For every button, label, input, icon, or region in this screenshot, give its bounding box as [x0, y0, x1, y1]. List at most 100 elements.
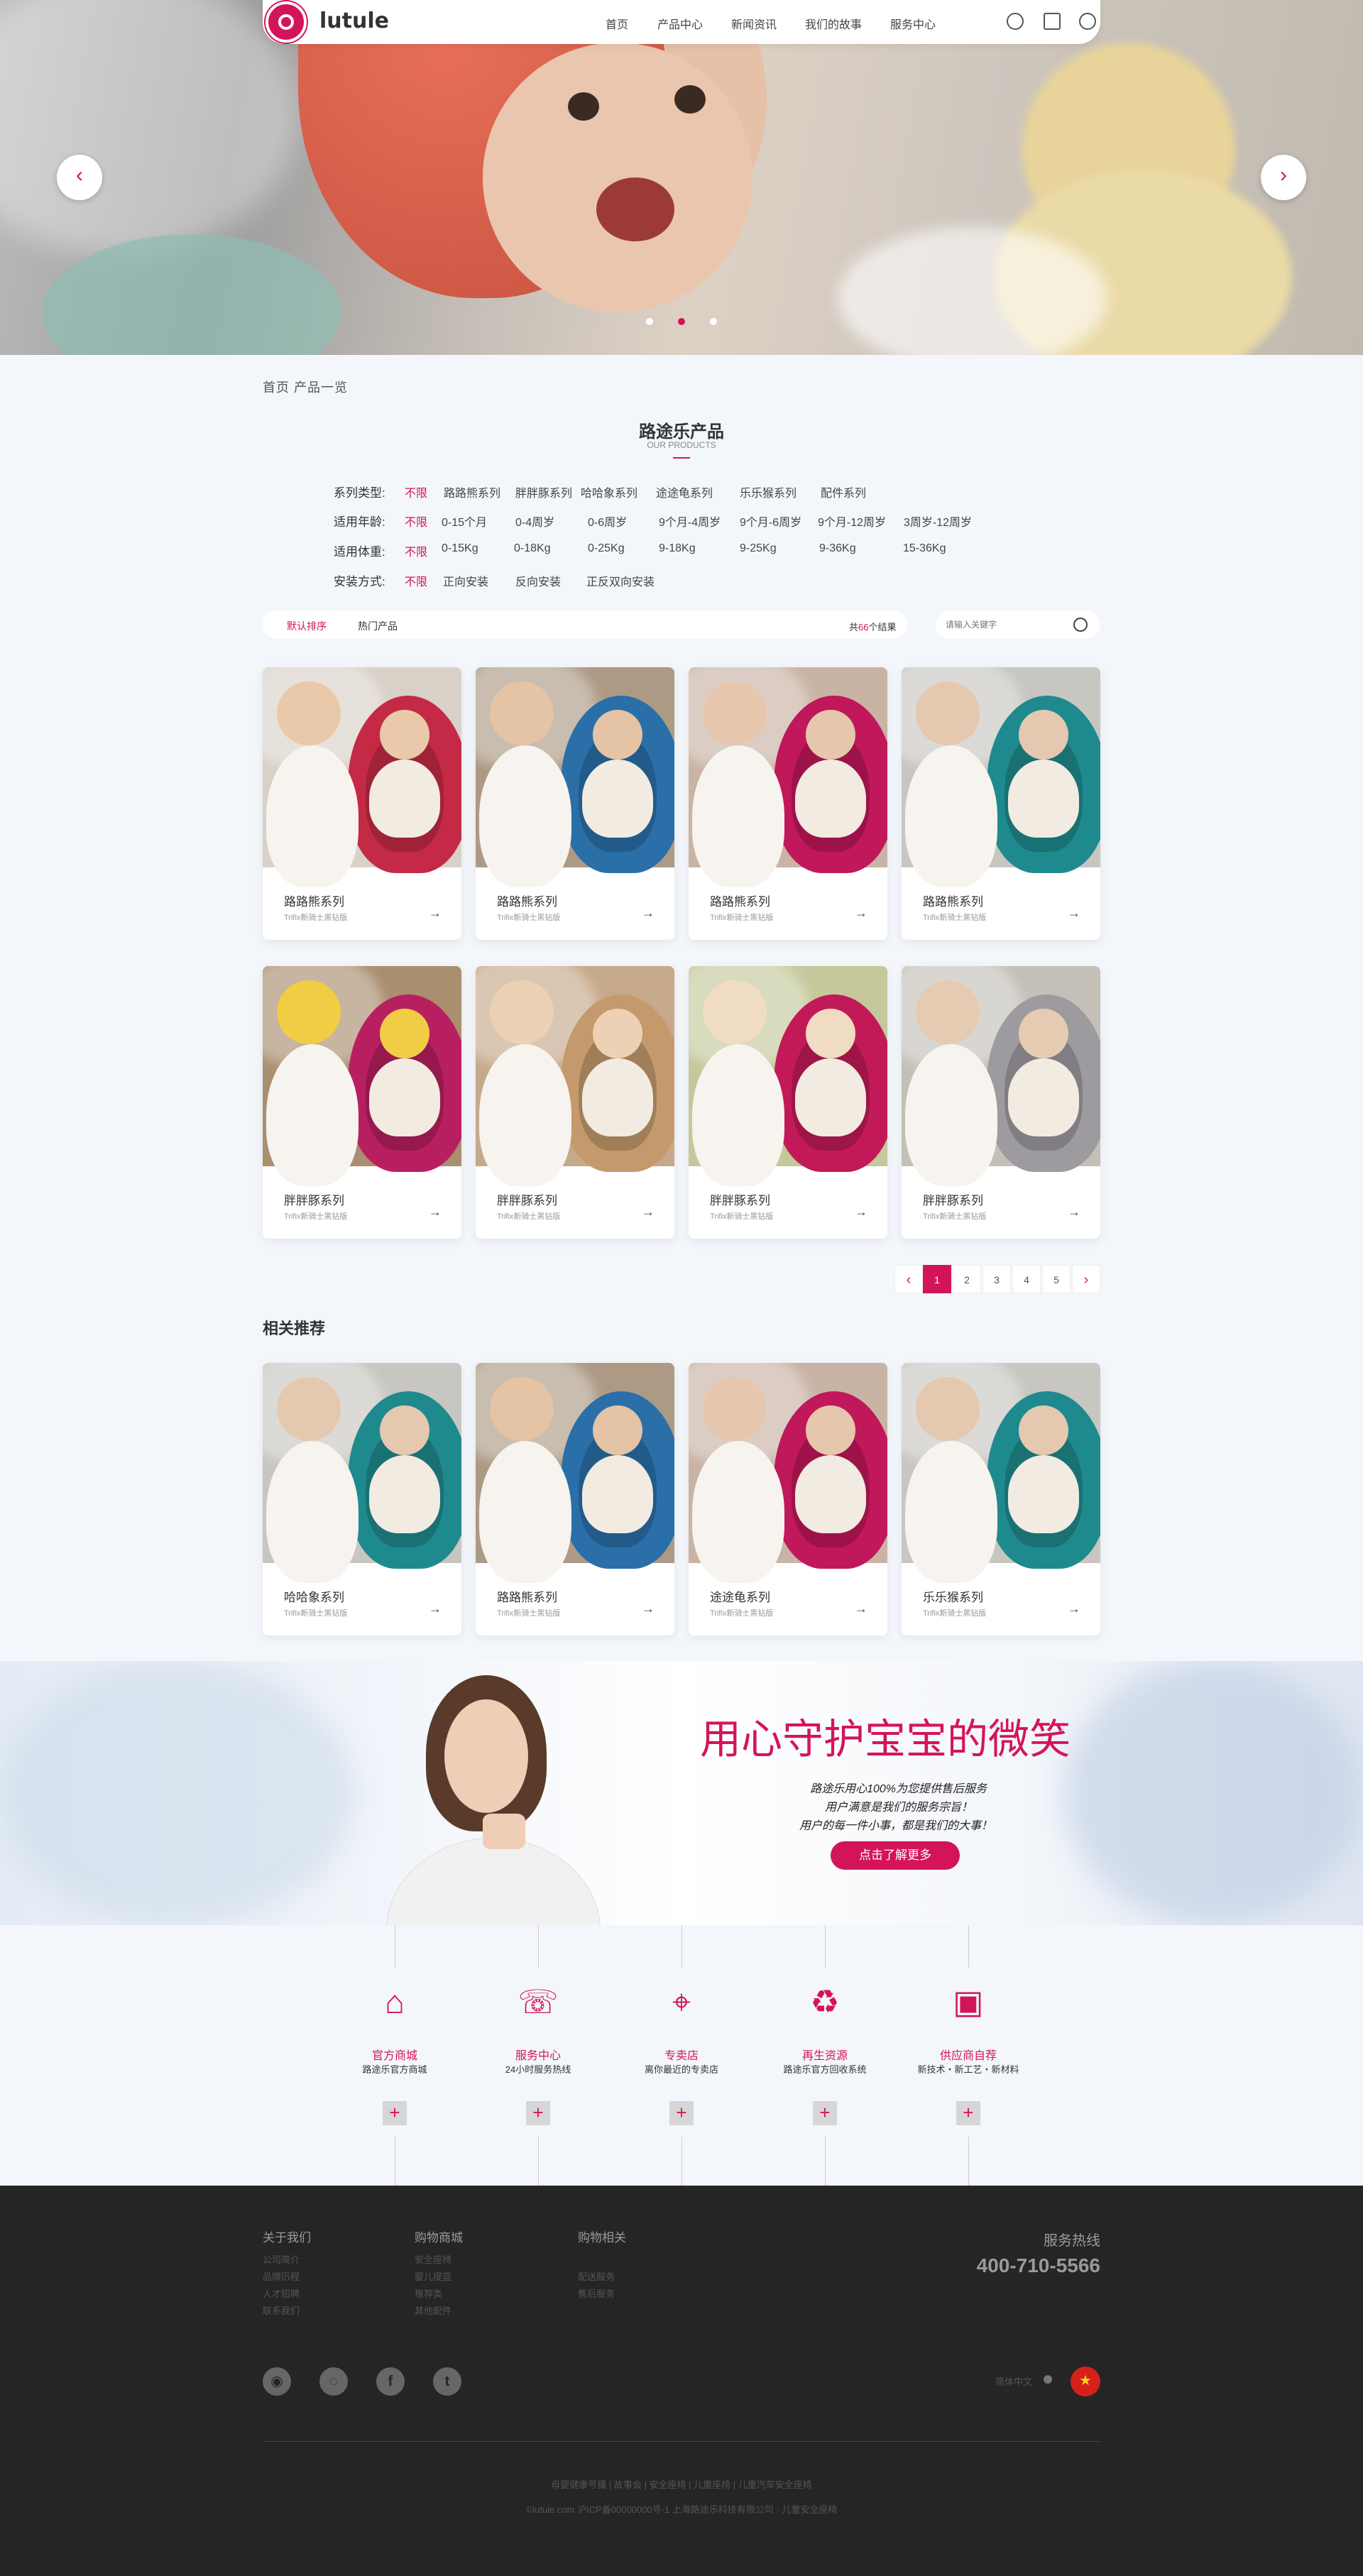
- filter-option[interactable]: 正向安装: [443, 572, 488, 589]
- footer-link[interactable]: 安全座椅: [415, 2252, 451, 2266]
- product-image[interactable]: [689, 1363, 887, 1583]
- sort-default[interactable]: 默认排序: [287, 619, 327, 633]
- arrow-right-icon[interactable]: →: [642, 906, 655, 921]
- footer-link[interactable]: 售后服务: [578, 2286, 615, 2300]
- product-image[interactable]: [902, 667, 1100, 887]
- plus-icon[interactable]: +: [813, 2101, 837, 2125]
- chevron-down-icon[interactable]: [1044, 2375, 1052, 2384]
- product-card[interactable]: 胖胖豚系列 Trifix新骑士黑钻版 →: [689, 966, 887, 1239]
- arrow-right-icon[interactable]: →: [1068, 906, 1080, 921]
- nav-news[interactable]: 新闻资讯: [731, 15, 777, 32]
- filter-option[interactable]: 途途龟系列: [656, 483, 713, 500]
- service-title[interactable]: 供应商自荐: [897, 2046, 1039, 2063]
- filter-option[interactable]: 胖胖豚系列: [515, 483, 572, 500]
- filter-option-active[interactable]: 不限: [405, 542, 427, 559]
- product-name[interactable]: 路路熊系列: [923, 892, 983, 909]
- arrow-right-icon[interactable]: →: [429, 1601, 442, 1616]
- hero-next-button[interactable]: ›: [1261, 155, 1306, 200]
- filter-option[interactable]: 0-18Kg: [514, 542, 551, 555]
- page-number[interactable]: 5: [1042, 1265, 1071, 1293]
- footer-link[interactable]: 联系我们: [263, 2303, 300, 2317]
- product-image[interactable]: [902, 1363, 1100, 1583]
- filter-option-active[interactable]: 不限: [405, 513, 427, 530]
- nav-story[interactable]: 我们的故事: [805, 15, 862, 32]
- filter-option[interactable]: 9-18Kg: [659, 542, 696, 555]
- product-name[interactable]: 哈哈象系列: [284, 1587, 344, 1605]
- hero-dot-2[interactable]: [678, 318, 685, 325]
- store-icon[interactable]: ⌂: [373, 1980, 416, 2023]
- service-title[interactable]: 官方商城: [324, 2046, 466, 2063]
- logo-text[interactable]: lutule: [319, 9, 389, 33]
- filter-option[interactable]: 正反双向安装: [586, 572, 655, 589]
- product-card[interactable]: 路路熊系列 Trifix新骑士黑钻版 →: [689, 667, 887, 940]
- product-card[interactable]: 路路熊系列 Trifix新骑士黑钻版 →: [476, 667, 674, 940]
- arrow-right-icon[interactable]: →: [855, 906, 867, 921]
- plus-icon[interactable]: +: [956, 2101, 980, 2125]
- arrow-right-icon[interactable]: →: [1068, 1601, 1080, 1616]
- product-image[interactable]: [476, 667, 674, 887]
- bottom-link[interactable]: 安全座椅: [649, 2479, 686, 2490]
- filter-option[interactable]: 0-25Kg: [588, 542, 625, 555]
- phone-24-icon[interactable]: ☏: [517, 1980, 559, 2023]
- weibo-icon[interactable]: ◉: [263, 2367, 291, 2396]
- filter-option[interactable]: 0-4周岁: [515, 513, 554, 530]
- wechat-icon[interactable]: ◌: [319, 2367, 348, 2396]
- footer-link[interactable]: 品牌历程: [263, 2269, 300, 2283]
- page-number[interactable]: 3: [982, 1265, 1011, 1293]
- hero-dot-1[interactable]: [646, 318, 653, 325]
- product-card[interactable]: 哈哈象系列 Trifix新骑士黑钻版 →: [263, 1363, 461, 1635]
- footer-link[interactable]: 其他配件: [415, 2303, 451, 2317]
- product-image[interactable]: [689, 966, 887, 1186]
- service-title[interactable]: 专卖店: [611, 2046, 752, 2063]
- product-image[interactable]: [476, 966, 674, 1186]
- hero-prev-button[interactable]: ‹: [57, 155, 102, 200]
- page-prev-button[interactable]: ‹: [894, 1265, 923, 1293]
- product-name[interactable]: 途途龟系列: [710, 1587, 770, 1605]
- product-name[interactable]: 胖胖豚系列: [497, 1190, 557, 1208]
- bottom-link[interactable]: 儿童座椅: [694, 2479, 730, 2490]
- bottom-link[interactable]: 故事会: [614, 2479, 642, 2490]
- cart-icon[interactable]: [1044, 13, 1061, 30]
- product-name[interactable]: 胖胖豚系列: [923, 1190, 983, 1208]
- product-image[interactable]: [476, 1363, 674, 1583]
- plus-icon[interactable]: +: [669, 2101, 694, 2125]
- product-image[interactable]: [263, 667, 461, 887]
- filter-option[interactable]: 0-6周岁: [588, 513, 627, 530]
- filter-option[interactable]: 乐乐猴系列: [740, 483, 797, 500]
- logo-icon[interactable]: [266, 1, 307, 43]
- page-number[interactable]: 1: [923, 1265, 951, 1293]
- footer-link[interactable]: 婴儿提篮: [415, 2269, 451, 2283]
- footer-link[interactable]: 配送服务: [578, 2269, 615, 2283]
- bottom-link[interactable]: 儿童汽车安全座椅: [738, 2479, 812, 2490]
- nav-products[interactable]: 产品中心: [657, 15, 703, 32]
- product-image[interactable]: [263, 1363, 461, 1583]
- location-pin-icon[interactable]: ⌖: [660, 1980, 703, 2023]
- user-icon[interactable]: [1079, 13, 1096, 30]
- product-card[interactable]: 途途龟系列 Trifix新骑士黑钻版 →: [689, 1363, 887, 1635]
- filter-option[interactable]: 9个月-6周岁: [740, 513, 801, 530]
- product-name[interactable]: 胖胖豚系列: [710, 1190, 770, 1208]
- page-next-button[interactable]: ›: [1072, 1265, 1100, 1293]
- search-input[interactable]: [946, 618, 1066, 632]
- product-card[interactable]: 路路熊系列 Trifix新骑士黑钻版 →: [263, 667, 461, 940]
- plus-icon[interactable]: +: [526, 2101, 550, 2125]
- facebook-icon[interactable]: f: [376, 2367, 405, 2396]
- hero-dot-3[interactable]: [710, 318, 717, 325]
- search-icon[interactable]: [1073, 618, 1088, 632]
- product-card[interactable]: 路路熊系列 Trifix新骑士黑钻版 →: [902, 667, 1100, 940]
- filter-option[interactable]: 9个月-12周岁: [818, 513, 886, 530]
- arrow-right-icon[interactable]: →: [642, 1601, 655, 1616]
- filter-option[interactable]: 0-15Kg: [442, 542, 478, 555]
- hotline-number[interactable]: 400-710-5566: [923, 2254, 1100, 2277]
- filter-option[interactable]: 路路熊系列: [444, 483, 500, 500]
- product-name[interactable]: 路路熊系列: [710, 892, 770, 909]
- page-number[interactable]: 4: [1012, 1265, 1041, 1293]
- product-name[interactable]: 路路熊系列: [284, 892, 344, 909]
- product-name[interactable]: 路路熊系列: [497, 892, 557, 909]
- footer-link[interactable]: 人才招聘: [263, 2286, 300, 2300]
- arrow-right-icon[interactable]: →: [429, 906, 442, 921]
- arrow-right-icon[interactable]: →: [642, 1205, 655, 1220]
- arrow-right-icon[interactable]: →: [1068, 1205, 1080, 1220]
- filter-option[interactable]: 9-36Kg: [819, 542, 856, 555]
- filter-option[interactable]: 0-15个月: [442, 513, 487, 530]
